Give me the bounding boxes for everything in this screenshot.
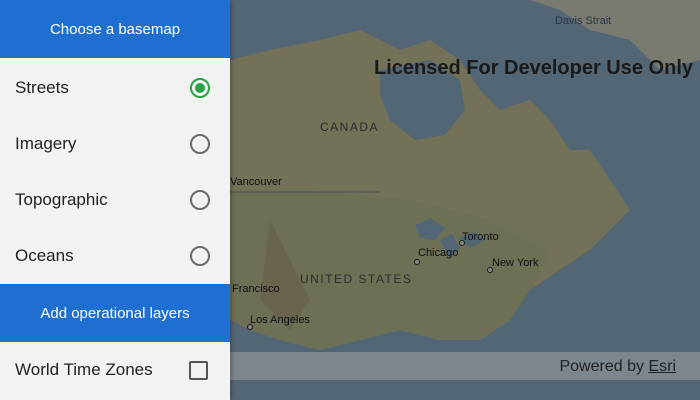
license-watermark: Licensed For Developer Use Only: [374, 57, 693, 79]
basemap-option-label: Topographic: [15, 190, 108, 209]
navigation-drawer: Choose a basemap Streets Imagery Topogra…: [0, 0, 230, 400]
basemap-option-topographic[interactable]: Topographic: [0, 172, 230, 228]
esri-link[interactable]: Esri: [648, 358, 676, 375]
powered-by-label: Powered by: [559, 358, 644, 375]
layer-option-world-time-zones[interactable]: World Time Zones: [0, 342, 230, 398]
basemap-option-label: Streets: [15, 78, 69, 97]
layer-option-label: World Time Zones: [15, 360, 153, 379]
basemap-option-streets[interactable]: Streets: [0, 60, 230, 116]
basemap-option-imagery[interactable]: Imagery: [0, 116, 230, 172]
basemap-option-label: Imagery: [15, 134, 77, 153]
layers-section-header: Add operational layers: [0, 284, 230, 342]
basemap-option-label: Oceans: [15, 246, 74, 265]
attribution-bar: Powered by Esri: [230, 352, 700, 380]
basemap-option-oceans[interactable]: Oceans: [0, 228, 230, 284]
radio-unselected-icon[interactable]: [190, 190, 210, 210]
radio-selected-icon[interactable]: [190, 78, 210, 98]
basemap-header-title: Choose a basemap: [49, 20, 181, 38]
basemap-section-header: Choose a basemap: [0, 0, 230, 58]
powered-by-text[interactable]: Powered by Esri: [559, 358, 676, 376]
layers-header-title: Add operational layers: [40, 304, 190, 322]
checkbox-unchecked-icon[interactable]: [189, 360, 208, 380]
radio-unselected-icon[interactable]: [190, 246, 210, 266]
radio-unselected-icon[interactable]: [190, 134, 210, 154]
